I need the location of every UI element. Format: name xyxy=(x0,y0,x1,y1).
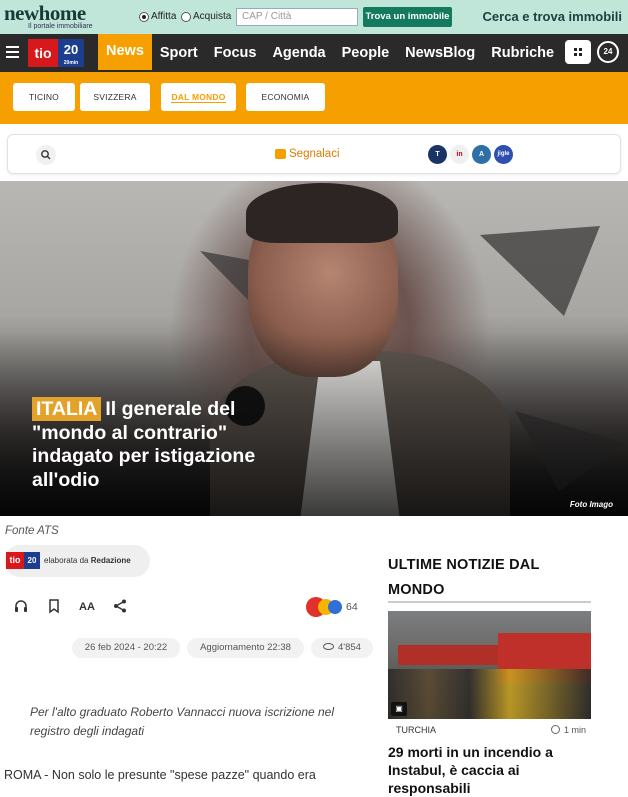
eye-icon xyxy=(323,643,335,650)
sidebar-news-time-value: 1 min xyxy=(564,725,587,735)
nav-item-focus[interactable]: Focus xyxy=(206,34,265,72)
radio-rent[interactable]: Affitta xyxy=(139,11,176,22)
sad-reaction-icon xyxy=(328,600,342,614)
hero-headline[interactable]: ITALIA Il generale del "mondo al contrari… xyxy=(32,397,282,492)
nav-item-rubriche[interactable]: Rubriche xyxy=(483,34,562,72)
report-label: Segnalaci xyxy=(289,148,340,160)
menu-icon[interactable] xyxy=(6,46,19,58)
find-property-button[interactable]: Trova un immobile xyxy=(363,7,452,27)
text-size-icon[interactable]: AA xyxy=(78,598,96,616)
sidebar-news-time: 1 min xyxy=(551,725,586,735)
article-source: Fonte ATS xyxy=(5,525,59,537)
newhome-tagline: Il portale immobiliare xyxy=(28,23,93,30)
radio-rent-label: Affitta xyxy=(151,11,177,22)
author-logo-text: tio xyxy=(6,552,24,569)
tools-bar: Segnalaci T in A jigle xyxy=(7,134,621,174)
partner-a-icon[interactable]: A xyxy=(472,145,491,164)
radio-buy[interactable]: Acquista xyxy=(181,11,231,22)
fire-truck-shape xyxy=(398,645,498,665)
sidebar-news-image[interactable]: ▣ xyxy=(388,611,591,719)
sidebar-news-category: TURCHIA xyxy=(396,725,436,735)
apps-grid-icon[interactable] xyxy=(565,40,591,64)
author-line: elaborata da Redazione xyxy=(44,556,131,565)
nav-items: News Sport Focus Agenda People NewsBlog … xyxy=(98,34,562,72)
radio-buy-label: Acquista xyxy=(193,11,232,22)
section-subnav: TICINO SVIZZERA DAL MONDO ECONOMIA xyxy=(0,72,628,124)
sidebar-section-title: ULTIME NOTIZIE DAL MONDO xyxy=(388,557,540,598)
subnav-economia-label: ECONOMIA xyxy=(261,92,310,102)
rescuers-shape xyxy=(388,669,591,719)
article-lead: Per l'alto graduato Roberto Vannacci nuo… xyxy=(30,705,335,738)
sidebar-divider xyxy=(388,601,591,603)
partner-t-icon[interactable]: T xyxy=(428,145,447,164)
partner-icons: T in A jigle xyxy=(428,145,513,164)
newhome-logo[interactable]: newhome Il portale immobiliare xyxy=(4,1,93,30)
nav-item-people[interactable]: People xyxy=(334,34,398,72)
nav-item-sport[interactable]: Sport xyxy=(152,34,206,72)
subnav-dal-mondo[interactable]: DAL MONDO xyxy=(161,83,236,111)
photo-credit: Foto Imago xyxy=(569,500,613,509)
author-name: Redazione xyxy=(90,556,131,565)
tio-logo-number-text: 20 xyxy=(63,42,79,57)
subnav-svizzera[interactable]: SVIZZERA xyxy=(80,83,150,111)
nav-item-newsblog[interactable]: NewsBlog xyxy=(397,34,483,72)
subnav-ticino[interactable]: TICINO xyxy=(13,83,75,111)
author-logo-number: 20 xyxy=(24,552,40,569)
tio-logo-number: 20 20min xyxy=(58,39,84,67)
hero-article[interactable]: ITALIA Il generale del "mondo al contrari… xyxy=(0,181,628,516)
view-count: 4'854 xyxy=(311,638,373,658)
tio-logo[interactable]: tio 20 20min xyxy=(28,39,84,67)
publish-date: 26 feb 2024 - 20:22 xyxy=(72,638,180,658)
report-icon xyxy=(275,149,286,159)
ad-banner[interactable]: newhome Il portale immobiliare Affitta A… xyxy=(0,0,628,34)
partner-jigle-icon[interactable]: jigle xyxy=(494,145,513,164)
tio-logo-text: tio xyxy=(28,39,58,67)
hero-kicker: ITALIA xyxy=(32,397,102,421)
updated-time: Aggiornamento 22:38 xyxy=(187,638,304,658)
report-link[interactable]: Segnalaci xyxy=(275,148,340,160)
tio-logo-sub: 20min xyxy=(63,60,79,66)
main-nav: tio 20 20min News Sport Focus Agenda Peo… xyxy=(0,34,628,72)
subnav-dal-mondo-label: DAL MONDO xyxy=(171,92,226,103)
article-body: ROMA - Non solo le presunte "spese pazze… xyxy=(4,768,316,782)
subnav-svizzera-label: SVIZZERA xyxy=(93,92,137,102)
subnav-economia[interactable]: ECONOMIA xyxy=(246,83,325,111)
bookmark-icon[interactable] xyxy=(45,598,63,616)
nav-item-news[interactable]: News xyxy=(98,34,152,70)
ad-slogan[interactable]: Cerca e trova immobili xyxy=(483,9,622,24)
author-prefix: elaborata da xyxy=(44,556,89,565)
photo-gallery-icon: ▣ xyxy=(391,702,407,716)
location-input[interactable]: CAP / Città xyxy=(236,8,358,26)
nav-item-agenda[interactable]: Agenda xyxy=(264,34,333,72)
headphones-icon[interactable] xyxy=(12,598,30,616)
clock-icon xyxy=(551,725,560,734)
author-badge[interactable]: tio 20 elaborata da Redazione xyxy=(4,545,150,577)
partner-in-icon[interactable]: in xyxy=(450,145,469,164)
radio-buy-dot[interactable] xyxy=(181,11,191,22)
view-count-value: 4'854 xyxy=(338,642,361,653)
share-icon[interactable] xyxy=(111,598,129,616)
reactions[interactable]: 64 xyxy=(306,597,358,617)
author-logo: tio 20 xyxy=(6,552,40,569)
reactions-count: 64 xyxy=(346,601,358,613)
live-24-icon[interactable]: 24 xyxy=(597,41,619,63)
subnav-ticino-label: TICINO xyxy=(28,92,59,102)
radio-rent-dot[interactable] xyxy=(139,11,149,22)
search-icon[interactable] xyxy=(36,145,56,165)
sidebar-news-title[interactable]: 29 morti in un incendio a Instabul, è ca… xyxy=(388,743,593,797)
